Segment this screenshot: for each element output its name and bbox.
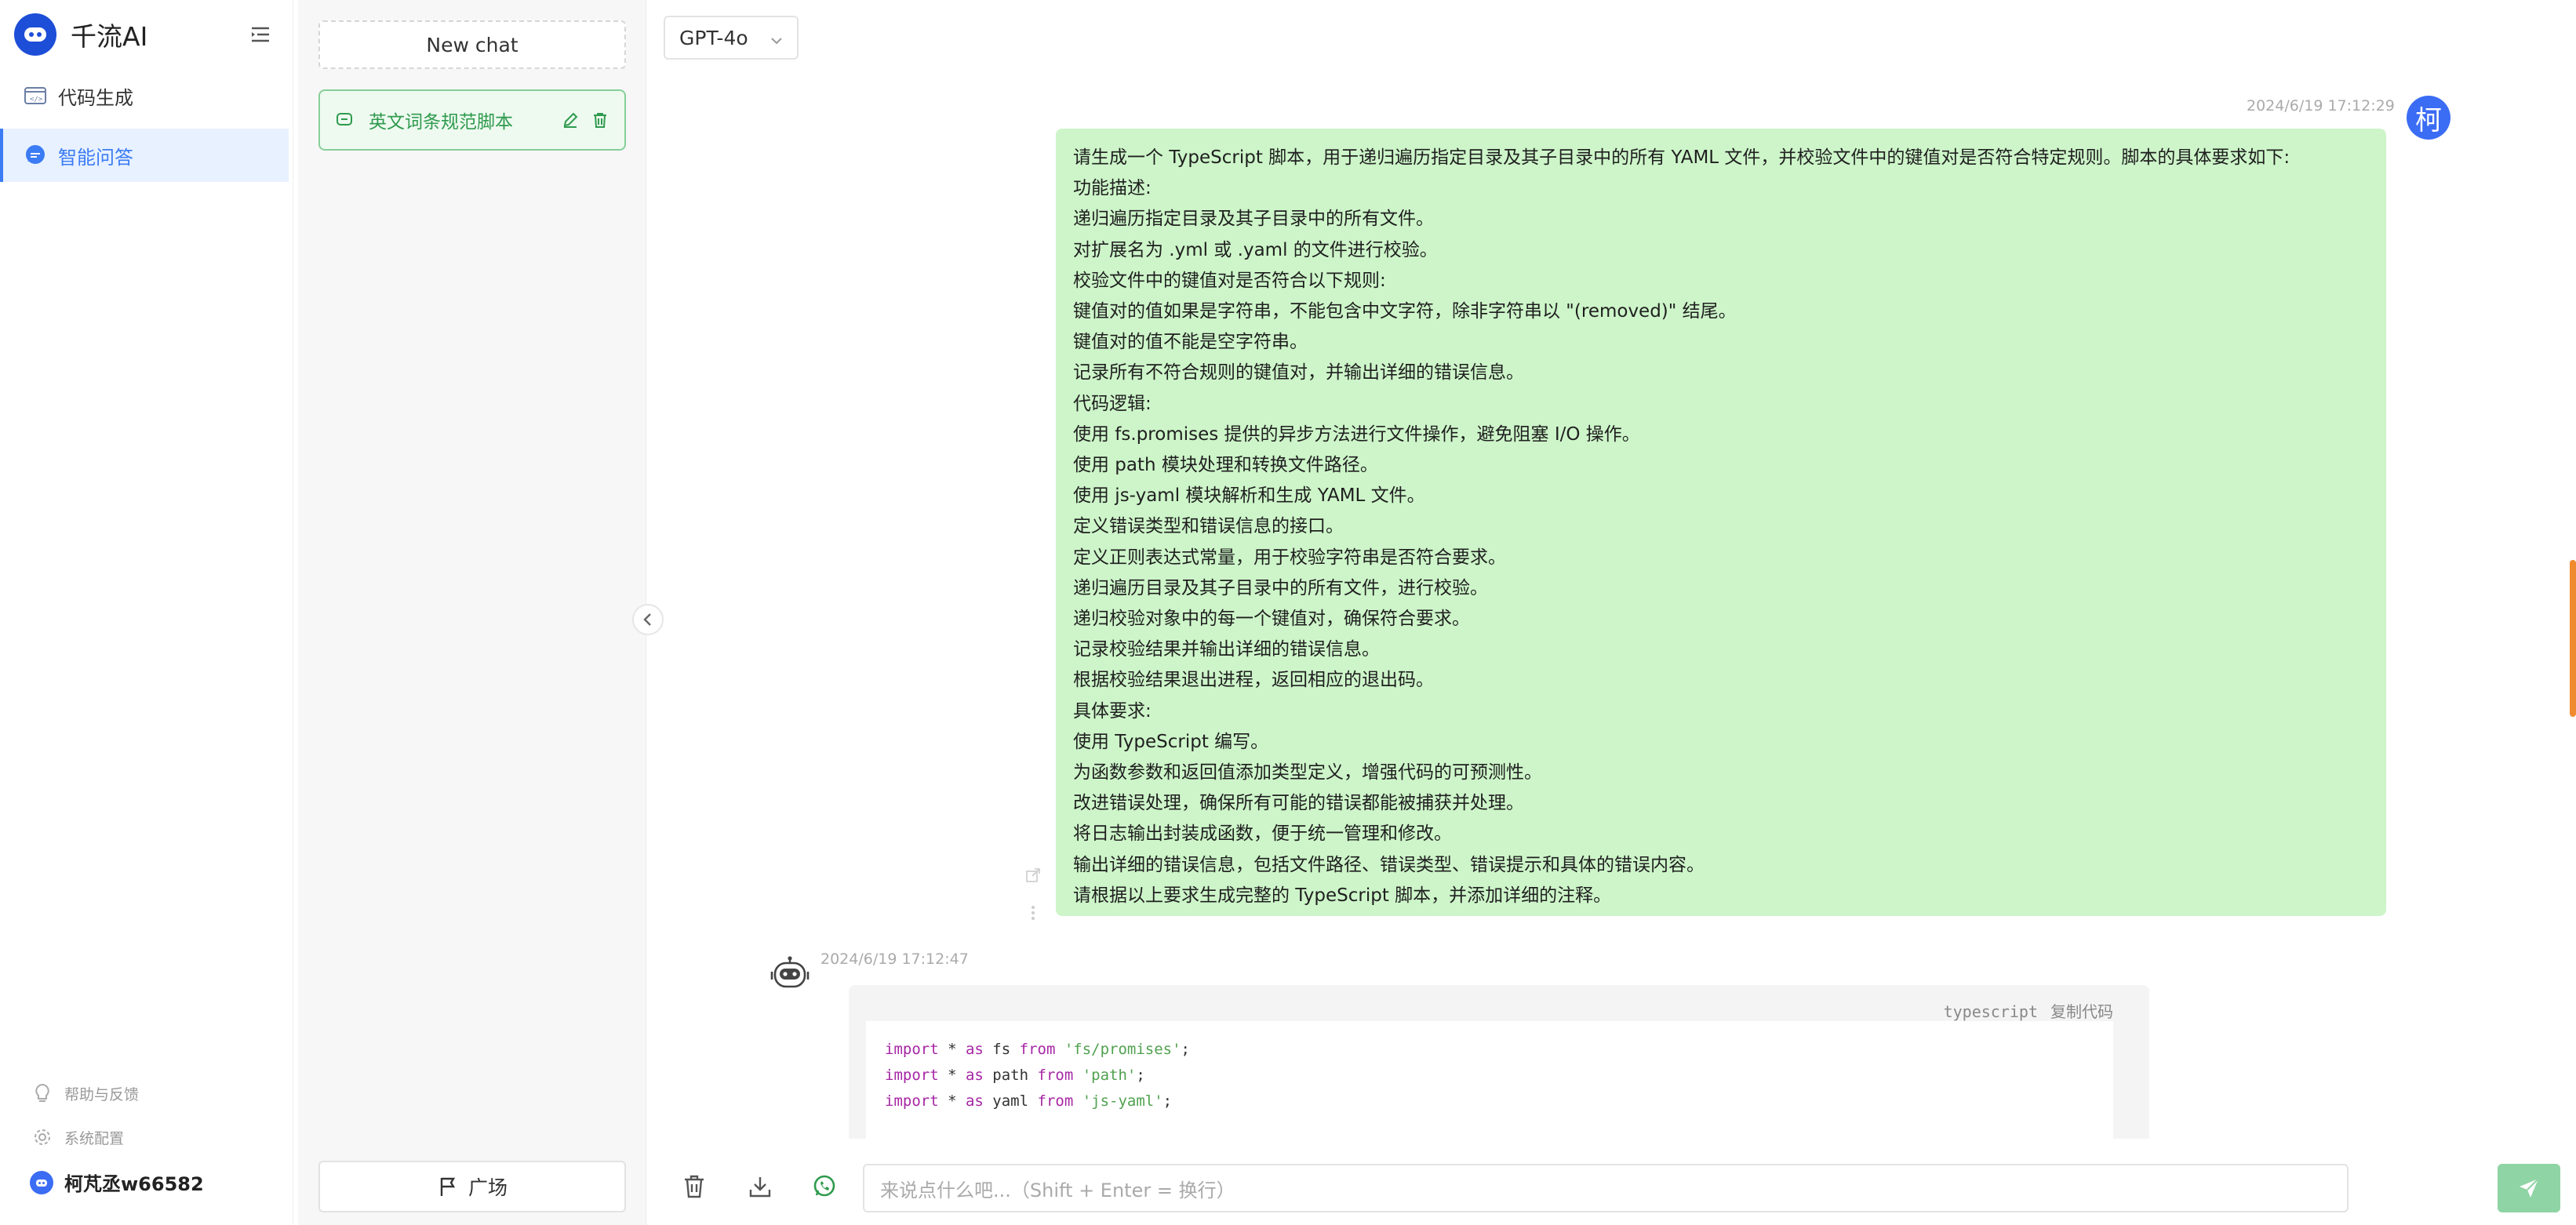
collapse-sidebar-button[interactable] — [632, 604, 664, 635]
message-line: 使用 js-yaml 模块解析和生成 YAML 文件。 — [1073, 485, 1425, 507]
share-icon[interactable] — [1025, 867, 1041, 886]
message-line: 记录校验结果并输出详细的错误信息。 — [1073, 639, 1380, 660]
message-line: 为函数参数和返回值添加类型定义，增强代码的可预测性。 — [1073, 762, 1542, 783]
trash-icon — [685, 1175, 704, 1198]
conversation-item[interactable]: 英文词条规范脚本 — [318, 89, 626, 151]
chevron-left-icon — [643, 613, 651, 626]
user-name: 柯芃丞w66582 — [64, 1173, 204, 1195]
message-line: 校验文件中的键值对是否符合以下规则: — [1073, 270, 1386, 291]
brand-logo-icon — [14, 13, 56, 56]
message-line: 键值对的值不能是空字符串。 — [1073, 332, 1308, 353]
delete-icon[interactable] — [590, 110, 610, 130]
message-line: 使用 TypeScript 编写。 — [1073, 731, 1269, 752]
message-line: 递归遍历指定目录及其子目录中的所有文件。 — [1073, 209, 1434, 230]
input-bar: 来说点什么吧...（Shift + Enter = 换行） — [646, 1142, 2576, 1225]
user-message-timestamp: 2024/6/19 17:12:29 — [2247, 97, 2395, 115]
plaza-button[interactable]: 广场 — [318, 1161, 626, 1212]
message-line: 递归校验对象中的每一个键值对，确保符合要求。 — [1073, 609, 1470, 630]
message-line: 定义正则表达式常量，用于校验字符串是否符合要求。 — [1073, 547, 1506, 568]
help-label: 帮助与反馈 — [64, 1085, 140, 1103]
message-line: 对扩展名为 .yml 或 .yaml 的文件进行校验。 — [1073, 239, 1438, 260]
message-line: 定义错误类型和错误信息的接口。 — [1073, 516, 1344, 537]
edit-icon[interactable] — [560, 110, 580, 130]
collapse-menu-icon[interactable] — [245, 19, 276, 50]
message-line: 键值对的值如果是字符串，不能包含中文字符，除非字符串以 "(removed)" … — [1073, 301, 1737, 322]
nav-item-label: 智能问答 — [58, 146, 133, 169]
app-root: 千流AI </> 代码生成 智能问答 帮助与反馈 系统配置 柯芃丞w66582 … — [0, 0, 2576, 1225]
app-title: 千流AI — [71, 21, 148, 52]
message-line: 输出详细的错误信息，包括文件路径、错误类型、错误提示和具体的错误内容。 — [1073, 854, 1705, 875]
download-icon — [749, 1177, 771, 1198]
message-line: 使用 path 模块处理和转换文件路径。 — [1073, 455, 1378, 476]
model-select-value: GPT-4o — [679, 26, 748, 49]
system-settings-link[interactable]: 系统配置 — [31, 1126, 124, 1148]
more-vertical-icon[interactable] — [1031, 905, 1035, 924]
code-icon: </> — [24, 84, 47, 107]
bot-message-timestamp: 2024/6/19 17:12:47 — [820, 951, 969, 968]
chevron-down-icon — [770, 27, 783, 49]
code-block-header: typescript 复制代码 — [1931, 999, 2113, 1022]
chat-input[interactable]: 来说点什么吧...（Shift + Enter = 换行） — [863, 1164, 2349, 1212]
message-line: 请根据以上要求生成完整的 TypeScript 脚本，并添加详细的注释。 — [1073, 885, 1612, 906]
new-chat-button[interactable]: New chat — [318, 20, 626, 69]
message-line: 请生成一个 TypeScript 脚本，用于递归遍历指定目录及其子目录中的所有 … — [1073, 147, 2290, 168]
message-line: 递归遍历目录及其子目录中的所有文件，进行校验。 — [1073, 577, 1488, 598]
gear-icon — [31, 1126, 53, 1148]
clear-chat-button[interactable] — [679, 1172, 709, 1201]
settings-label: 系统配置 — [64, 1129, 125, 1147]
whatsapp-chat-icon — [813, 1175, 835, 1197]
code-block: typescript 复制代码 import * as fs from 'fs/p… — [849, 985, 2149, 1139]
message-line: 记录所有不符合规则的键值对，并输出详细的错误信息。 — [1073, 362, 1524, 383]
code-line: import * as fs from 'fs/promises'; — [885, 1041, 1190, 1058]
nav-item-smart-qa[interactable]: 智能问答 — [0, 129, 289, 182]
brand[interactable]: 千流AI — [14, 13, 147, 56]
chat-icon — [334, 110, 355, 130]
send-button[interactable] — [2498, 1164, 2560, 1212]
conversation-title: 英文词条规范脚本 — [369, 112, 513, 133]
message-tools — [1021, 867, 1045, 924]
lightbulb-icon — [31, 1082, 53, 1104]
message-line: 具体要求: — [1073, 700, 1152, 722]
message-line: 改进错误处理，确保所有可能的错误都能被捕获并处理。 — [1073, 793, 1524, 814]
message-line: 使用 fs.promises 提供的异步方法进行文件操作，避免阻塞 I/O 操作… — [1073, 423, 1640, 445]
svg-text:</>: </> — [30, 96, 43, 104]
bot-avatar-icon — [769, 952, 811, 994]
user-avatar: 柯 — [2407, 96, 2450, 140]
message-line: 根据校验结果退出进程，返回相应的退出码。 — [1073, 670, 1434, 691]
left-nav: 千流AI </> 代码生成 智能问答 帮助与反馈 系统配置 柯芃丞w66582 — [0, 0, 293, 1225]
plaza-label: 广场 — [468, 1176, 508, 1199]
code-content: import * as fs from 'fs/promises'; impor… — [866, 1021, 2113, 1139]
nav-item-label: 代码生成 — [58, 86, 133, 109]
download-button[interactable] — [745, 1172, 775, 1201]
conversation-panel: New chat 英文词条规范脚本 广场 — [298, 0, 646, 1225]
prompt-button[interactable] — [810, 1172, 839, 1201]
message-line: 将日志输出封装成函数，便于统一管理和修改。 — [1073, 823, 1452, 845]
code-line: import * as path from 'path'; — [885, 1067, 1145, 1084]
scrollbar-thumb[interactable] — [2570, 560, 2576, 717]
user-profile[interactable]: 柯芃丞w66582 — [30, 1169, 204, 1196]
message-line: 功能描述: — [1073, 178, 1152, 199]
chat-bubble-icon — [24, 144, 47, 167]
user-message-bubble: 请生成一个 TypeScript 脚本，用于递归遍历指定目录及其子目录中的所有 … — [1056, 129, 2386, 916]
nav-item-code-gen[interactable]: </> 代码生成 — [0, 69, 289, 122]
flag-icon — [437, 1176, 459, 1198]
model-select[interactable]: GPT-4o — [664, 16, 799, 60]
copy-code-button[interactable]: 复制代码 — [2050, 1002, 2113, 1021]
message-line: 代码逻辑: — [1073, 393, 1152, 414]
code-language: typescript — [1943, 1002, 2038, 1021]
chat-main: GPT-4o 2024/6/19 17:12:29 柯 请生成一个 TypeSc… — [632, 0, 2576, 1225]
avatar — [30, 1170, 53, 1194]
code-line: import * as yaml from 'js-yaml'; — [885, 1092, 1173, 1110]
help-feedback-link[interactable]: 帮助与反馈 — [31, 1082, 139, 1104]
send-icon — [2520, 1178, 2539, 1198]
